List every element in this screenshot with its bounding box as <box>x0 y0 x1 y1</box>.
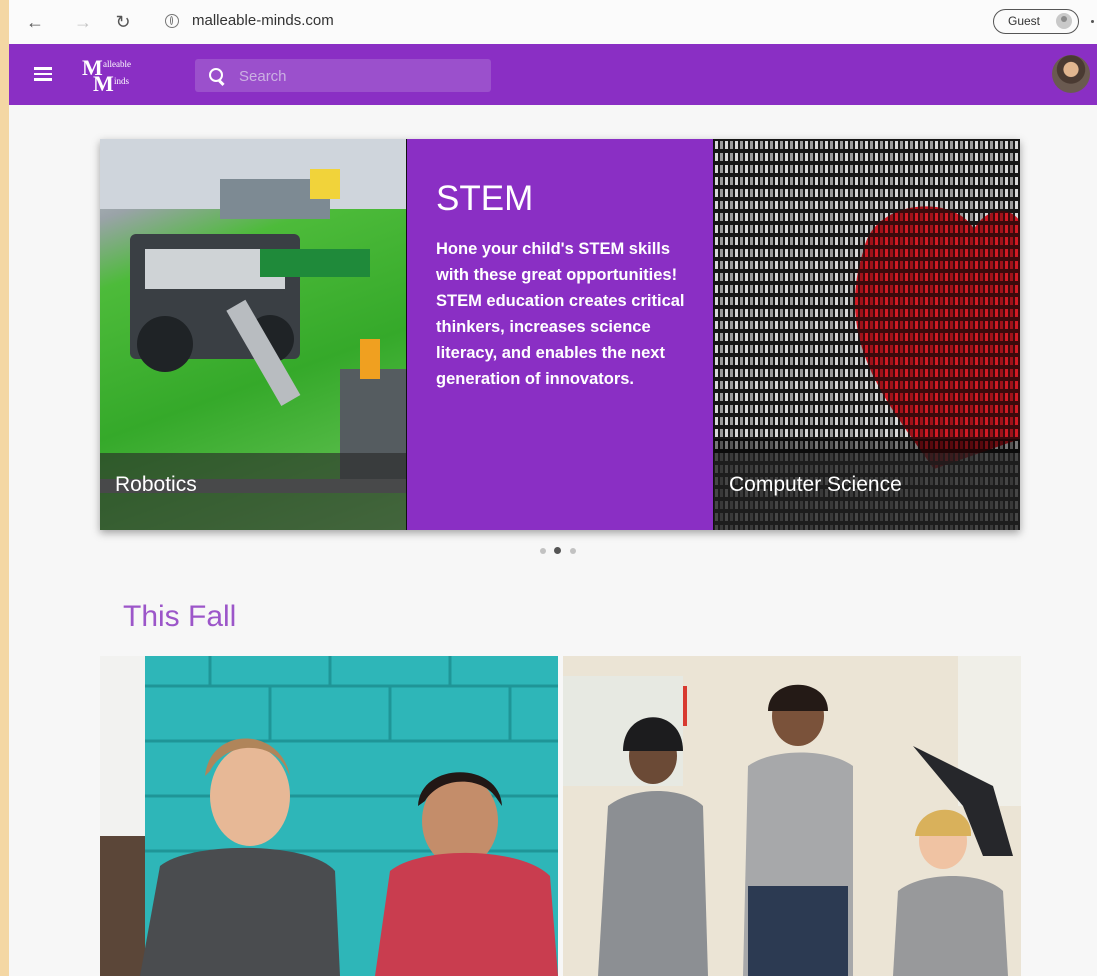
address-bar[interactable]: malleable-minds.com <box>192 12 334 29</box>
hamburger-menu-icon[interactable] <box>34 67 52 81</box>
students-photo-2 <box>563 656 1021 976</box>
featured-carousel: Robotics STEM Hone your child's STEM ski… <box>100 139 1020 530</box>
browser-window: ← → ↻ malleable-minds.com Guest M alleab… <box>9 0 1097 976</box>
profile-button[interactable]: Guest <box>993 9 1079 34</box>
reload-icon[interactable]: ↻ <box>111 10 135 34</box>
feature-description: Hone your child's STEM skills with these… <box>436 240 685 388</box>
user-avatar[interactable] <box>1052 55 1090 93</box>
robotics-tile[interactable]: Robotics <box>100 139 406 530</box>
logo-word-top: alleable <box>103 59 131 69</box>
profile-label: Guest <box>1008 14 1041 28</box>
logo-letter-bottom: M <box>93 71 114 96</box>
computer-science-tile[interactable]: Computer Science <box>714 139 1020 530</box>
profile-avatar-icon <box>1056 13 1072 29</box>
fall-program-card-2[interactable] <box>563 656 1021 976</box>
logo-word-bottom: inds <box>114 76 130 86</box>
carousel-dot-1[interactable] <box>540 548 546 554</box>
site-logo[interactable]: M alleable M inds <box>82 55 162 96</box>
stem-feature-panel: STEM Hone your child's STEM skills with … <box>407 139 713 530</box>
search-box[interactable] <box>195 59 491 94</box>
carousel-pagination <box>540 547 580 555</box>
feature-title: STEM <box>436 179 534 218</box>
fall-program-card-1[interactable] <box>100 656 558 976</box>
section-title: This Fall <box>123 600 237 633</box>
robotics-caption: Robotics <box>115 473 197 496</box>
carousel-dot-2[interactable] <box>554 547 561 554</box>
carousel-dot-3[interactable] <box>570 548 576 554</box>
browser-toolbar: ← → ↻ malleable-minds.com Guest <box>9 0 1097 45</box>
back-arrow-icon[interactable]: ← <box>23 10 47 34</box>
search-icon <box>209 68 223 82</box>
search-input[interactable] <box>237 59 481 94</box>
computer-science-caption: Computer Science <box>729 473 902 496</box>
app-bar <box>9 44 1097 105</box>
more-menu-icon[interactable] <box>1091 20 1094 23</box>
forward-arrow-icon[interactable]: → <box>71 10 95 34</box>
students-photo-1 <box>100 656 558 976</box>
site-info-icon[interactable] <box>165 14 179 28</box>
